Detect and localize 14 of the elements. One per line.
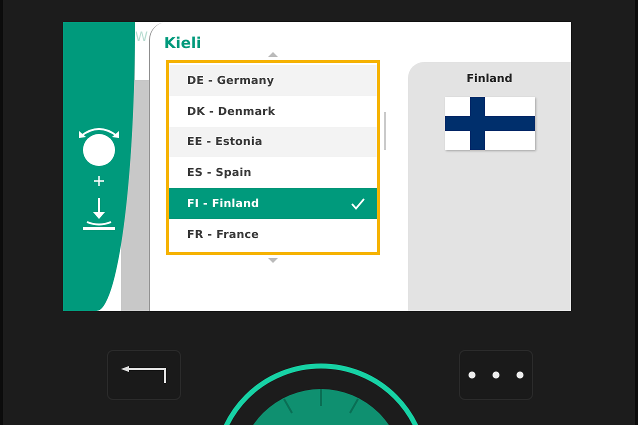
language-item[interactable]: DE - Germany — [169, 65, 377, 96]
press-down-icon — [81, 196, 117, 232]
dialog-title: Kieli — [163, 33, 202, 52]
back-arrow-icon — [121, 366, 167, 384]
more-icon — [468, 371, 524, 379]
plus-icon — [94, 176, 104, 186]
language-item[interactable]: FI - Finland — [169, 188, 377, 219]
flag-icon — [444, 97, 534, 150]
back-button[interactable] — [107, 350, 181, 400]
more-button[interactable] — [459, 350, 533, 400]
language-item[interactable]: EE - Estonia — [169, 126, 377, 158]
scrollbar[interactable] — [384, 112, 386, 150]
preview-title: Finland — [466, 71, 512, 87]
check-icon — [351, 198, 365, 210]
